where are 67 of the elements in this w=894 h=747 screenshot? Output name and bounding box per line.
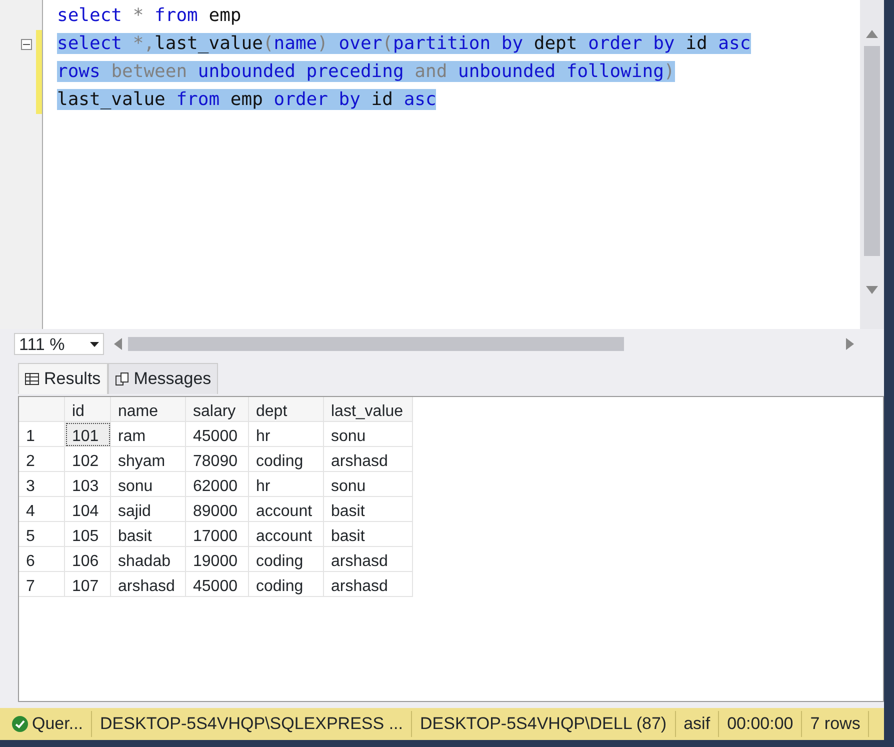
- column-header: id: [65, 396, 111, 422]
- table-cell[interactable]: 106: [65, 546, 111, 572]
- server-name: DESKTOP-5S4VHQP\SQLEXPRESS ...: [92, 711, 412, 737]
- scroll-down-icon[interactable]: [866, 286, 878, 294]
- table-cell[interactable]: arshasd: [324, 446, 413, 472]
- table-cell[interactable]: 102: [65, 446, 111, 472]
- table-cell[interactable]: account: [249, 496, 324, 522]
- table-cell[interactable]: account: [249, 522, 324, 547]
- row-number: 3: [19, 472, 65, 497]
- dropdown-caret-icon: [90, 342, 99, 347]
- table-cell[interactable]: ram: [111, 422, 186, 447]
- table-cell[interactable]: hr: [249, 472, 324, 497]
- table-cell[interactable]: 103: [65, 472, 111, 497]
- table-cell[interactable]: coding: [249, 572, 324, 597]
- grid-icon: [25, 372, 39, 385]
- table-cell[interactable]: 45000: [186, 572, 249, 597]
- table-cell[interactable]: shyam: [111, 446, 186, 472]
- document-icon: [114, 372, 129, 386]
- table-cell[interactable]: 104: [65, 496, 111, 522]
- scroll-left-icon[interactable]: [114, 338, 122, 350]
- row-count: 7 rows: [802, 711, 870, 737]
- column-header: name: [111, 396, 186, 422]
- horizontal-scrollbar[interactable]: [114, 335, 854, 354]
- table-cell[interactable]: basit: [324, 496, 413, 522]
- table-cell[interactable]: coding: [249, 446, 324, 472]
- table-cell[interactable]: sonu: [111, 472, 186, 497]
- table-cell[interactable]: sonu: [324, 422, 413, 447]
- scroll-right-icon[interactable]: [846, 338, 854, 350]
- collapse-toggle-icon[interactable]: [21, 38, 32, 50]
- row-number: 7: [19, 572, 65, 597]
- row-number: 6: [19, 546, 65, 572]
- table-cell[interactable]: arshasd: [324, 546, 413, 572]
- column-header: dept: [249, 396, 324, 422]
- table-cell[interactable]: 78090: [186, 446, 249, 472]
- results-tab[interactable]: Results: [18, 363, 108, 394]
- table-cell[interactable]: sonu: [324, 472, 413, 497]
- table-cell[interactable]: sajid: [111, 496, 186, 522]
- table-cell[interactable]: arshasd: [111, 572, 186, 597]
- row-number: 2: [19, 446, 65, 472]
- table-cell[interactable]: 107: [65, 572, 111, 597]
- table-cell[interactable]: 17000: [186, 522, 249, 547]
- table-cell[interactable]: coding: [249, 546, 324, 572]
- success-check-icon: [12, 716, 28, 732]
- zoom-dropdown[interactable]: 111 %: [14, 333, 104, 356]
- table-cell[interactable]: arshasd: [324, 572, 413, 597]
- query-status: Quer...: [4, 711, 92, 737]
- table-cell[interactable]: basit: [324, 522, 413, 547]
- column-header: last_value: [324, 396, 413, 422]
- row-number: 4: [19, 496, 65, 522]
- scroll-up-icon[interactable]: [866, 30, 878, 38]
- login-name: DESKTOP-5S4VHQP\DELL (87): [412, 711, 676, 737]
- table-cell[interactable]: 105: [65, 522, 111, 547]
- table-cell[interactable]: 101: [65, 422, 111, 447]
- table-cell[interactable]: basit: [111, 522, 186, 547]
- table-cell[interactable]: 19000: [186, 546, 249, 572]
- messages-tab[interactable]: Messages: [108, 363, 218, 394]
- database-name: asif: [676, 711, 720, 737]
- row-number: 5: [19, 522, 65, 547]
- column-header: salary: [186, 396, 249, 422]
- table-cell[interactable]: hr: [249, 422, 324, 447]
- table-cell[interactable]: 62000: [186, 472, 249, 497]
- table-cell[interactable]: 89000: [186, 496, 249, 522]
- table-cell[interactable]: 45000: [186, 422, 249, 447]
- table-cell[interactable]: shadab: [111, 546, 186, 572]
- elapsed-time: 00:00:00: [719, 711, 802, 737]
- code-line: select * from emp: [57, 5, 242, 26]
- vertical-scrollbar[interactable]: [860, 0, 884, 330]
